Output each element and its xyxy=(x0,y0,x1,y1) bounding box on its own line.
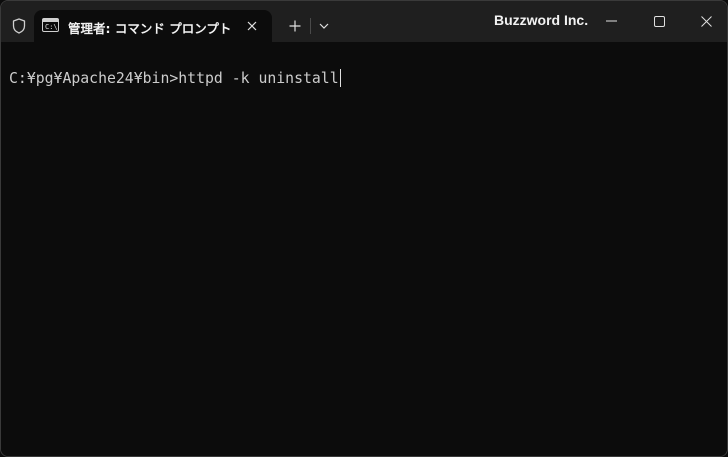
command-text: httpd -k uninstall xyxy=(178,69,339,87)
tab-icon-text: C:\ xyxy=(45,23,58,31)
text-cursor xyxy=(339,69,341,87)
command-line: C:¥pg¥Apache24¥bin> httpd -k uninstall xyxy=(9,69,341,87)
tab-command-prompt[interactable]: C:\ 管理者: コマンド プロンプト xyxy=(34,10,272,42)
close-icon[interactable] xyxy=(242,16,262,36)
command-prompt-icon: C:\ xyxy=(42,18,59,32)
chevron-down-icon[interactable] xyxy=(314,15,334,37)
prompt-text: C:¥pg¥Apache24¥bin> xyxy=(9,69,179,87)
minimize-icon[interactable] xyxy=(596,7,626,35)
close-icon[interactable] xyxy=(691,7,721,35)
plus-icon[interactable] xyxy=(284,15,306,37)
terminal-window: C:\ 管理者: コマンド プロンプト Buzzword Inc. C:¥pg¥… xyxy=(0,0,728,457)
maximize-icon[interactable] xyxy=(644,7,674,35)
terminal-output[interactable]: C:¥pg¥Apache24¥bin> httpd -k uninstall xyxy=(1,42,727,456)
tab-separator xyxy=(310,18,311,34)
title-bar[interactable]: C:\ 管理者: コマンド プロンプト Buzzword Inc. xyxy=(1,1,727,42)
tab-title: 管理者: コマンド プロンプト xyxy=(68,21,232,36)
shield-icon xyxy=(10,17,28,35)
brand-label: Buzzword Inc. xyxy=(494,12,589,28)
